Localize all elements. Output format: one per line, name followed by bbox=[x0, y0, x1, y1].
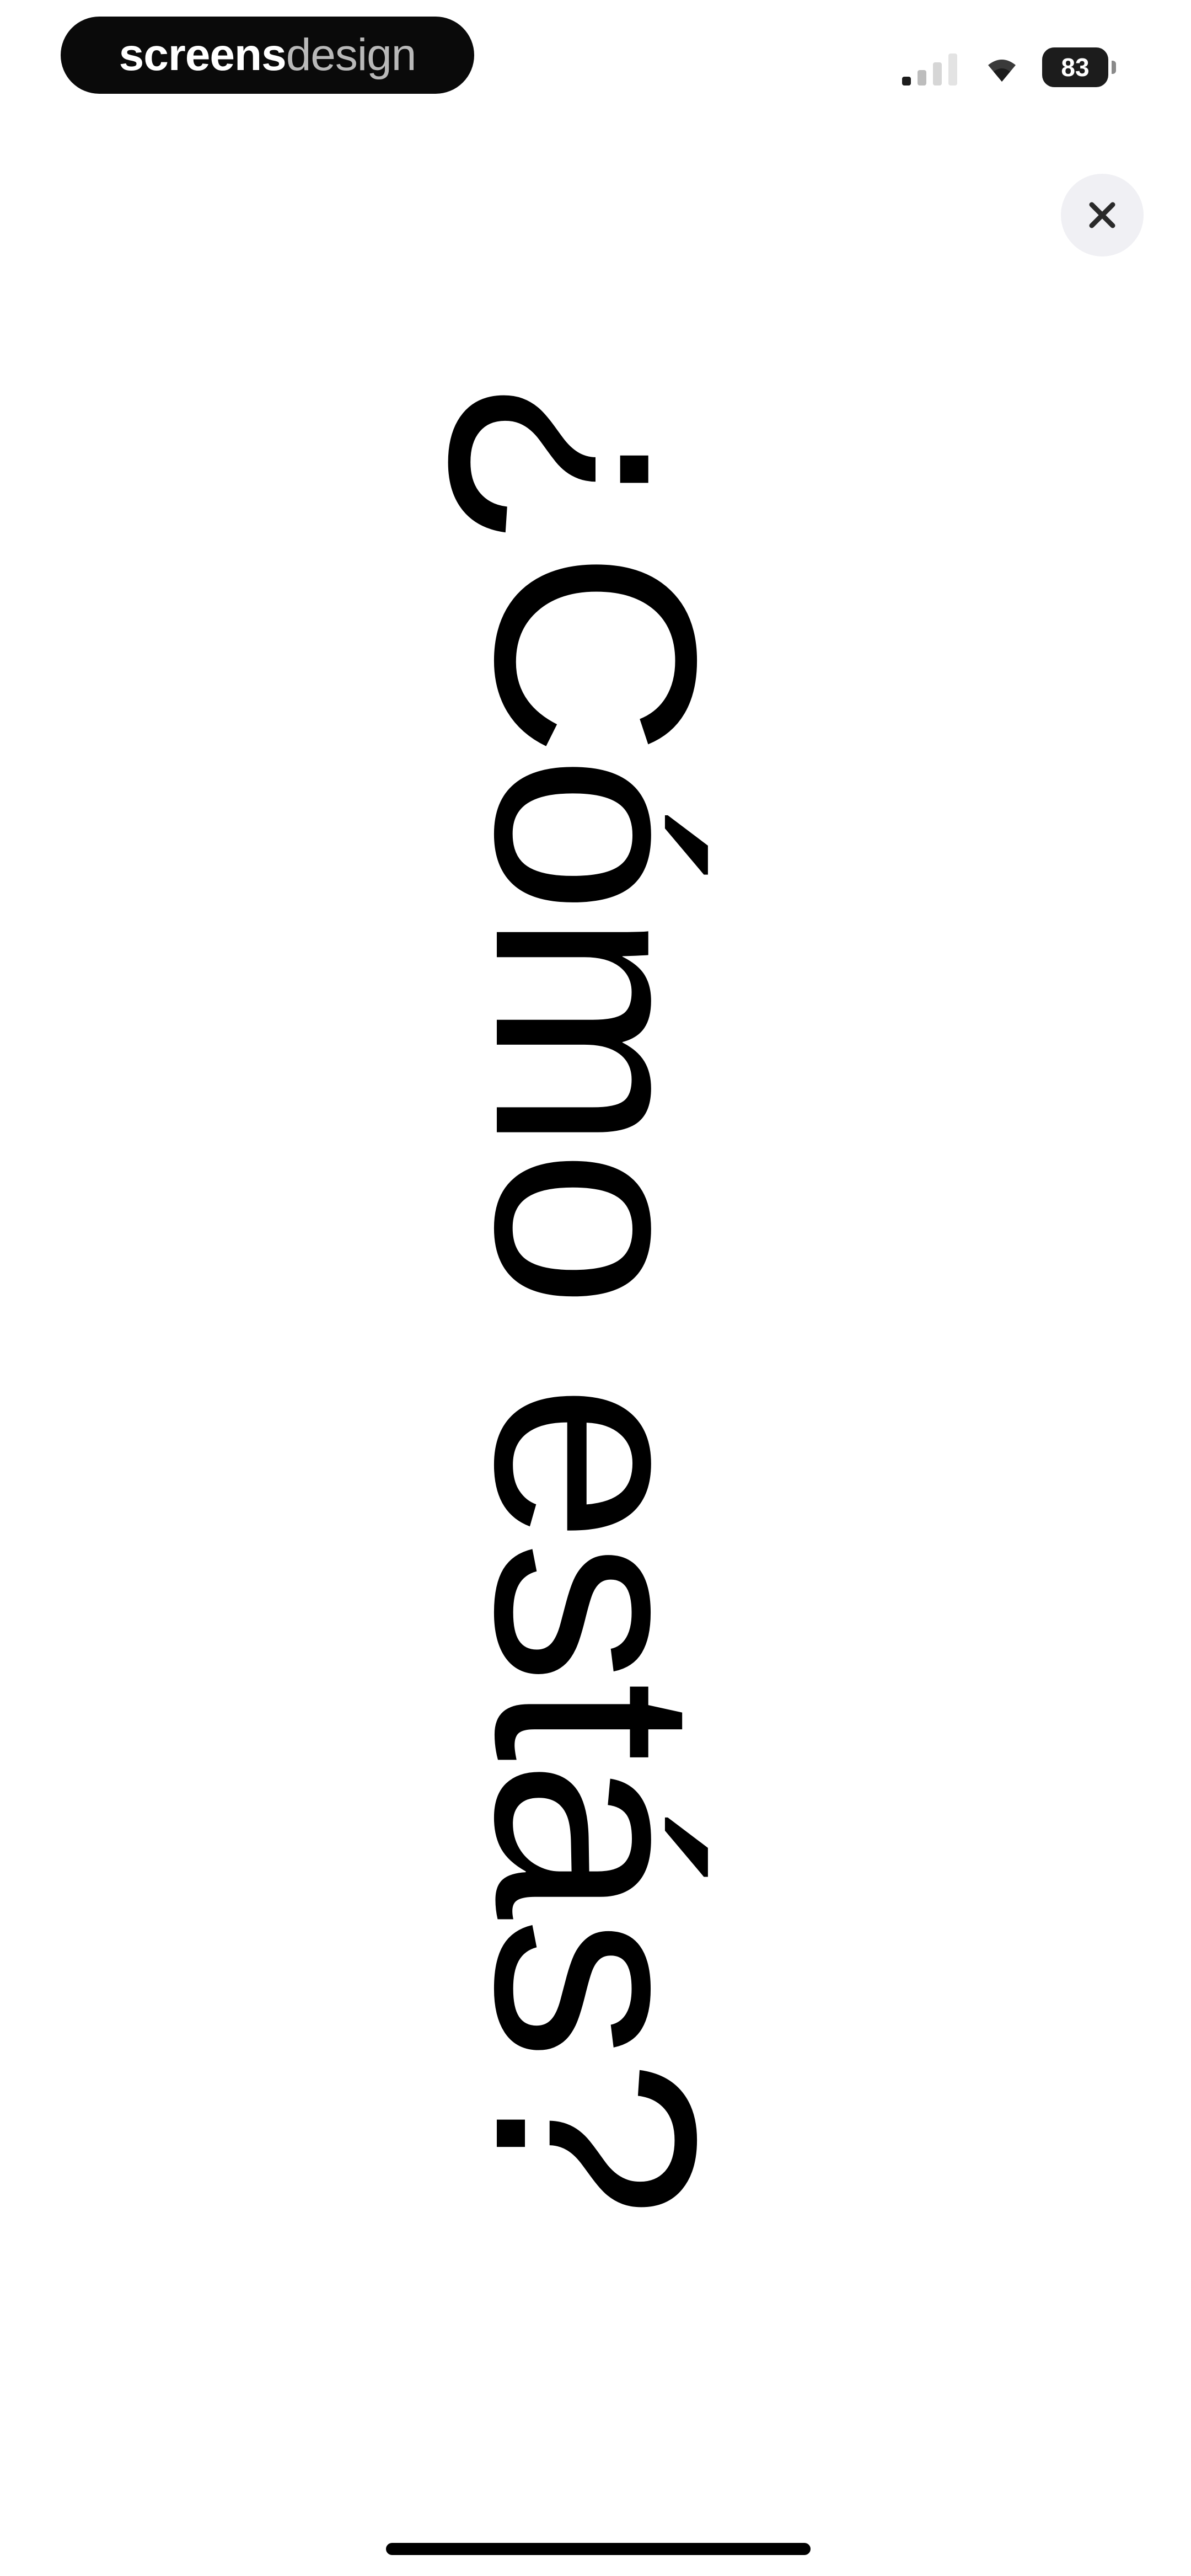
page-title: ¿Cómo estás? bbox=[436, 377, 756, 2216]
app-screen: screens design 83 ¿Cómo estás? bbox=[0, 0, 1191, 2576]
status-icons: 83 bbox=[901, 45, 1116, 89]
brand-text-light: design bbox=[286, 30, 417, 80]
brand-badge: screens design bbox=[61, 17, 474, 94]
wifi-icon bbox=[988, 60, 1016, 82]
battery-icon: 83 bbox=[1042, 47, 1116, 87]
status-bar: screens design 83 bbox=[0, 0, 1191, 116]
battery-level-text: 83 bbox=[1061, 53, 1090, 82]
home-indicator[interactable] bbox=[386, 2543, 811, 2555]
close-button[interactable] bbox=[1061, 174, 1144, 256]
close-icon bbox=[1089, 202, 1115, 228]
cellular-signal-icon bbox=[902, 54, 957, 85]
brand-text-bold: screens bbox=[119, 30, 287, 80]
